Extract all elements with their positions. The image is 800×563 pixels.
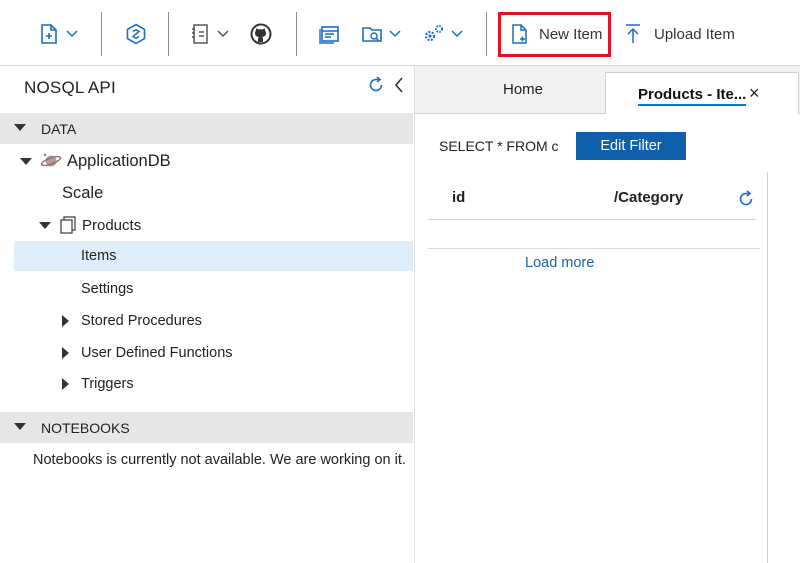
new-container-dropdown[interactable] (38, 14, 78, 54)
refresh-icon (369, 76, 383, 92)
notebooks-unavailable-message: Notebooks is currently not available. We… (33, 452, 406, 468)
hexagon-query-icon (126, 23, 146, 45)
close-tab-icon[interactable]: × (749, 83, 760, 104)
chevron-left-icon (394, 77, 403, 93)
caret-down-icon (20, 157, 32, 165)
settings-label: Settings (81, 281, 134, 297)
tree-item-scale[interactable]: Scale (62, 178, 103, 208)
notebooks-section-header[interactable]: NOTEBOOKS (0, 412, 413, 443)
caret-right-icon (62, 378, 69, 390)
open-folder-dropdown[interactable] (361, 14, 401, 54)
open-query-button[interactable] (125, 14, 147, 54)
query-text: SELECT * FROM c (439, 138, 559, 154)
caret-down-icon (14, 423, 26, 430)
column-header-id[interactable]: id (452, 189, 465, 206)
refresh-documents-button[interactable] (737, 190, 755, 213)
tab-products-items[interactable]: Products - Ite... × (605, 72, 799, 114)
new-container-icon (41, 24, 57, 44)
items-label: Items (81, 248, 117, 264)
chevron-down-icon (451, 30, 463, 38)
edit-filter-button[interactable]: Edit Filter (576, 132, 686, 160)
notebook-dropdown[interactable] (191, 14, 229, 54)
planet-database-icon (40, 153, 62, 167)
tree-item-udfs[interactable]: User Defined Functions (0, 338, 413, 368)
column-header-category[interactable]: /Category (614, 189, 683, 206)
container-name: Products (82, 216, 142, 234)
tree-item-settings[interactable]: Settings (81, 274, 133, 304)
command-bar: New Item Upload Item (0, 0, 800, 66)
tree-item-stored-procedures[interactable]: Stored Procedures (0, 306, 413, 336)
database-name: ApplicationDB (67, 151, 171, 170)
scale-label: Scale (62, 183, 104, 202)
chevron-down-icon (217, 30, 229, 38)
caret-right-icon (62, 315, 69, 327)
terminal-window-icon (319, 26, 339, 44)
chevron-down-icon (389, 30, 401, 38)
stored-procedures-label: Stored Procedures (81, 313, 202, 329)
table-header-divider (428, 219, 756, 220)
toolbar-separator (486, 12, 487, 56)
settings-dropdown[interactable] (421, 14, 463, 54)
open-terminal-button[interactable] (318, 14, 340, 54)
container-icon (60, 216, 76, 234)
load-more-link[interactable]: Load more (525, 255, 594, 271)
udf-label: User Defined Functions (81, 345, 233, 361)
notebooks-section-title: NOTEBOOKS (41, 419, 130, 436)
panel-divider (767, 172, 768, 563)
upload-item-label: Upload Item (654, 25, 735, 43)
api-title: NOSQL API (24, 78, 116, 97)
resource-tree-pane: NOSQL API DATA ApplicationDB Scale Produ… (0, 66, 415, 563)
tab-home[interactable]: Home (503, 66, 543, 113)
data-section-header[interactable]: DATA (0, 113, 413, 144)
tree-item-triggers[interactable]: Triggers (0, 369, 413, 399)
tree-item-items[interactable]: Items (14, 241, 413, 271)
data-section-title: DATA (41, 120, 77, 137)
caret-down-icon (14, 124, 26, 131)
github-button[interactable] (250, 14, 272, 54)
refresh-tree-button[interactable] (367, 76, 385, 99)
upload-item-button[interactable]: Upload Item (624, 14, 735, 54)
table-divider (428, 248, 760, 249)
caret-down-icon (39, 221, 51, 229)
chevron-down-icon (66, 30, 78, 38)
toolbar-separator (168, 12, 169, 56)
toolbar-separator (101, 12, 102, 56)
new-item-highlight-box (498, 12, 611, 57)
tab-bar: Home Products - Ite... × (415, 66, 800, 114)
folder-search-icon (362, 27, 382, 42)
triggers-label: Triggers (81, 376, 134, 392)
upload-arrow-icon (626, 24, 640, 43)
tree-item-container[interactable]: Products (0, 210, 413, 240)
notebook-icon (192, 24, 208, 44)
tree-item-database[interactable]: ApplicationDB (0, 146, 413, 176)
tab-home-label: Home (503, 81, 544, 98)
caret-right-icon (62, 347, 69, 359)
tab-active-label: Products - Ite... (638, 86, 747, 106)
refresh-icon (739, 190, 753, 206)
github-icon (250, 23, 272, 45)
collapse-pane-button[interactable] (393, 76, 405, 99)
toolbar-separator (296, 12, 297, 56)
gears-icon (424, 25, 443, 42)
